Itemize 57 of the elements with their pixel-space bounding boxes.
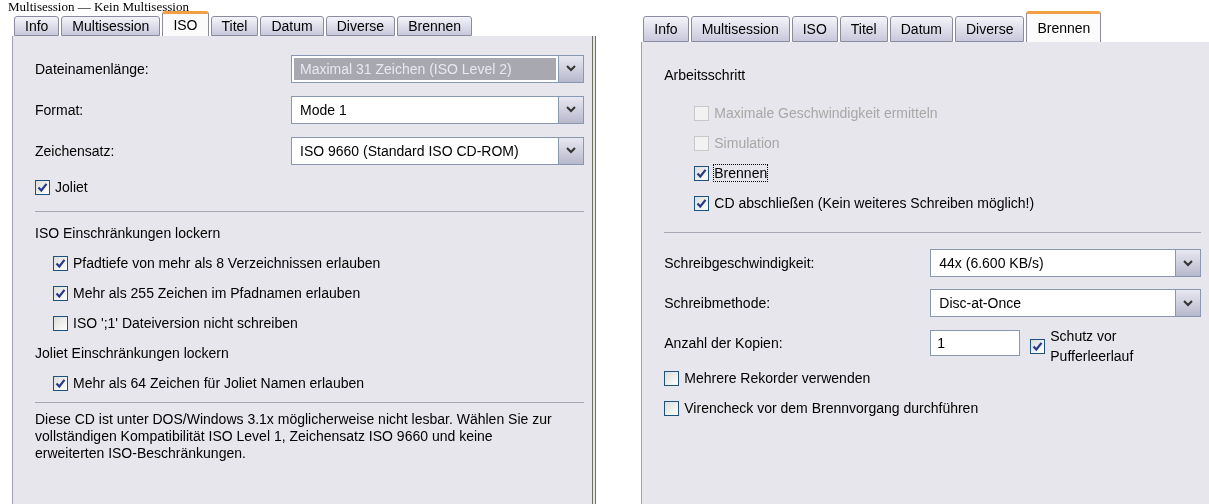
- checkbox[interactable]: [664, 400, 680, 416]
- checkbox-label: Pfadtiefe von mehr als 8 Verzeichnissen erlauben: [72, 254, 382, 272]
- checkbox-label: Schutz vor Pufferleerlauf: [1049, 327, 1135, 366]
- caret-icon: [1183, 259, 1193, 267]
- field-label: Zeichensatz:: [35, 142, 116, 159]
- checkbox-label: Mehrere Rekorder verwenden: [683, 369, 872, 387]
- group-heading: ISO Einschränkungen lockern: [35, 224, 222, 243]
- checkbox-label: Mehr als 64 Zeichen für Joliet Namen erlauben: [72, 374, 366, 392]
- dropdown[interactable]: Disc-at-Once: [930, 289, 1201, 317]
- checkbox[interactable]: [53, 375, 68, 391]
- field-label: Schreibgeschwindigkeit:: [664, 255, 816, 271]
- dropdown[interactable]: 44x (6.600 KB/s): [930, 249, 1201, 277]
- dropdown[interactable]: Mode 1: [291, 95, 585, 124]
- tab[interactable]: Titel: [839, 16, 888, 42]
- checkbox[interactable]: [53, 285, 68, 301]
- tab[interactable]: Diverse: [325, 16, 396, 36]
- field-label: Anzahl der Kopien:: [664, 335, 784, 351]
- tab[interactable]: ISO: [162, 11, 209, 36]
- field-label: Format:: [35, 101, 85, 118]
- checkbox[interactable]: [35, 179, 50, 195]
- checkbox[interactable]: [53, 255, 68, 271]
- checkbox-label: ISO ';1' Dateiversion nicht schreiben: [72, 314, 299, 332]
- checkbox-label: CD abschließen (Kein weiteres Schreiben möglich!): [713, 194, 1036, 212]
- checkbox[interactable]: [694, 165, 710, 181]
- compatibility-note: Diese CD ist unter DOS/Windows 3.1x möglicherweise nicht lesbar. Wählen Sie zur vollständigen Kompatibilität ISO Level 1, Zeichensatz ISO 9660 und keine erweiterten ISO-Beschränkungen.: [35, 411, 553, 462]
- field-label: Dateinamenlänge:: [35, 60, 150, 77]
- checkbox[interactable]: [1030, 338, 1046, 354]
- caret-icon: [566, 65, 577, 72]
- tab[interactable]: ISO: [791, 16, 838, 42]
- checkbox[interactable]: [664, 370, 680, 386]
- checkbox-label: Joliet: [54, 178, 89, 196]
- caret-icon: [1183, 299, 1193, 307]
- tab[interactable]: Multisession: [61, 16, 161, 36]
- section-heading: Arbeitsschritt: [664, 66, 747, 85]
- checkbox-label: Simulation: [713, 134, 781, 152]
- tab[interactable]: Datum: [889, 16, 953, 42]
- tab[interactable]: Titel: [210, 16, 259, 36]
- tab[interactable]: Diverse: [954, 16, 1025, 42]
- dropdown[interactable]: ISO 9660 (Standard ISO CD-ROM): [291, 136, 585, 165]
- field-label: Schreibmethode:: [664, 295, 772, 311]
- tab[interactable]: Datum: [260, 16, 324, 36]
- checkbox-label: Virencheck vor dem Brennvorgang durchführen: [683, 399, 980, 417]
- caret-icon: [566, 106, 577, 113]
- tab[interactable]: Info: [14, 16, 60, 36]
- checkbox[interactable]: [694, 195, 710, 211]
- checkbox[interactable]: [53, 315, 68, 331]
- tab[interactable]: Brennen: [397, 16, 473, 36]
- caption: Multisession — Kein Multisession: [7, 0, 190, 14]
- group-heading: Joliet Einschränkungen lockern: [35, 344, 230, 363]
- checkbox-label: Maximale Geschwindigkeit ermitteln: [713, 104, 939, 122]
- tab[interactable]: Brennen: [1026, 11, 1102, 42]
- tab[interactable]: Multisession: [690, 16, 790, 42]
- tab[interactable]: Info: [643, 16, 689, 42]
- checkbox-label: Brennen: [713, 164, 769, 182]
- copies-input[interactable]: 1: [930, 330, 1021, 356]
- caret-icon: [566, 147, 577, 154]
- checkbox-label: Mehr als 255 Zeichen im Pfadnamen erlauben: [72, 284, 362, 302]
